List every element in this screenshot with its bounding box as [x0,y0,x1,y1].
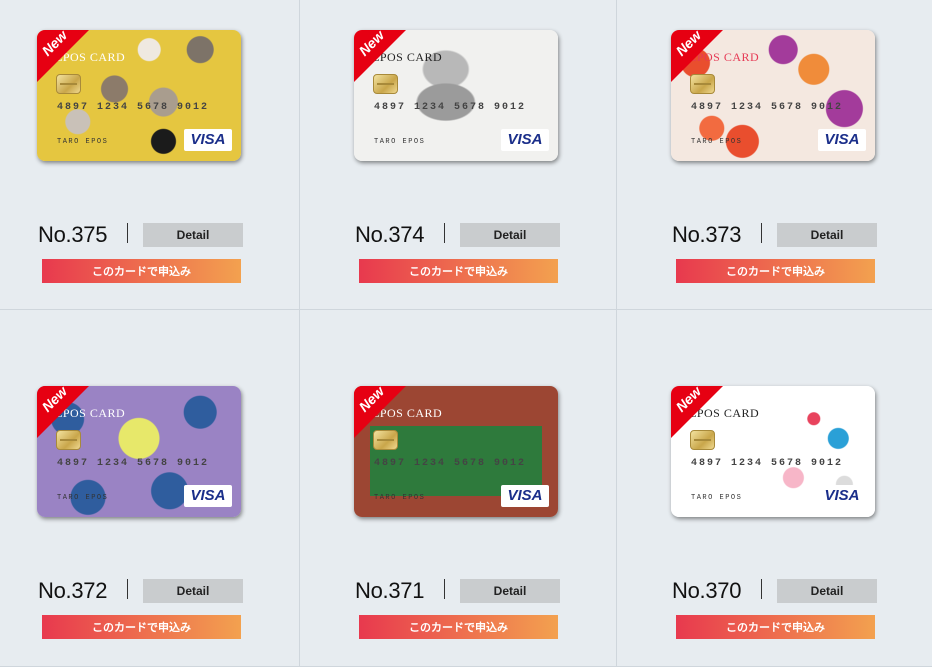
card-design-number: No.370 [672,578,742,603]
card-image[interactable]: New EPOS CARD 4897 1234 5678 9012 TARO E… [671,386,875,517]
card-design-number: No.372 [38,578,108,603]
card-number: 4897 1234 5678 9012 [57,458,210,469]
card-holder: TARO EPOS [374,494,426,502]
new-badge: New [671,386,728,439]
apply-button[interactable]: このカードで申込み [359,615,558,639]
card-item: New EPOS CARD 4897 1234 5678 9012 TARO E… [317,0,617,667]
new-badge: New [37,30,94,83]
card-image[interactable]: New EPOS CARD 4897 1234 5678 9012 TARO E… [354,386,558,517]
card-design-number: No.371 [355,578,425,603]
apply-button[interactable]: このカードで申込み [676,615,875,639]
separator [444,579,445,599]
apply-button[interactable]: このカードで申込み [42,615,241,639]
card-number: 4897 1234 5678 9012 [374,458,527,469]
new-badge: New [354,30,411,83]
card-item: New EPOS CARD 4897 1234 5678 9012 TARO E… [0,0,300,667]
separator [127,579,128,599]
card-image[interactable]: New EPOS CARD 4897 1234 5678 9012 TARO E… [37,386,241,517]
new-badge: New [671,30,728,83]
card-holder: TARO EPOS [691,494,743,502]
visa-logo-icon: VISA [818,485,866,507]
visa-logo-icon: VISA [184,485,232,507]
new-badge: New [37,386,94,439]
visa-logo-icon: VISA [501,485,549,507]
card-number: 4897 1234 5678 9012 [691,458,844,469]
card-item: New EPOS CARD 4897 1234 5678 9012 TARO E… [634,0,932,667]
detail-button[interactable]: Detail [143,579,243,603]
detail-button[interactable]: Detail [460,579,560,603]
detail-button[interactable]: Detail [777,579,877,603]
separator [761,579,762,599]
card-holder: TARO EPOS [57,494,109,502]
new-badge: New [354,386,411,439]
